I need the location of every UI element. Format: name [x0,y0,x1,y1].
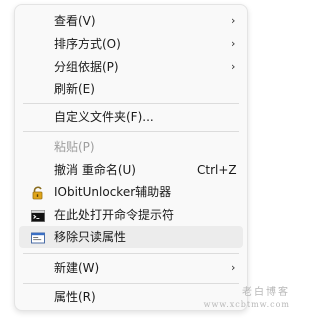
menu-item-group-by[interactable]: 分组依据(P) › [19,56,243,78]
chevron-right-icon: › [231,60,236,73]
watermark-title: 老白博客 [242,287,290,298]
command-prompt-icon [31,208,45,222]
menu-item-iobit-unlocker[interactable]: IObitUnlocker辅助器 [19,181,243,203]
lock-icon [31,185,45,200]
context-menu: 查看(V) › 排序方式(O) › 分组依据(P) › 刷新(E) 自定义文件夹… [14,4,248,311]
menu-item-label: 属性(R) [54,290,96,304]
menu-item-undo-rename[interactable]: 撤消 重命名(U) Ctrl+Z [19,159,243,181]
menu-item-view[interactable]: 查看(V) › [19,10,243,32]
menu-separator [23,103,239,104]
menu-item-label: 撤消 重命名(U) [54,163,136,177]
watermark-url: www.xcbtmw.com [203,300,290,309]
menu-item-shortcut: Ctrl+Z [197,163,237,177]
menu-item-label: 粘贴(P) [54,140,95,154]
menu-item-remove-readonly[interactable]: 移除只读属性 [19,226,243,248]
menu-separator [23,131,239,132]
watermark: 老白博客 www.xcbtmw.com [204,283,290,309]
menu-item-label: 自定义文件夹(F)... [54,110,154,124]
menu-item-label: 新建(W) [54,261,100,275]
menu-item-label: IObitUnlocker辅助器 [54,185,172,199]
chevron-right-icon: › [231,261,236,274]
menu-item-label: 排序方式(O) [54,37,121,51]
menu-item-sort-by[interactable]: 排序方式(O) › [19,33,243,55]
menu-item-label: 移除只读属性 [54,230,127,244]
menu-item-refresh[interactable]: 刷新(E) [19,78,243,100]
chevron-right-icon: › [231,14,236,27]
chevron-right-icon: › [231,37,236,50]
menu-separator [23,253,239,254]
menu-item-label: 查看(V) [54,14,96,28]
menu-item-new[interactable]: 新建(W) › [19,257,243,279]
window-icon [31,230,45,244]
menu-item-open-command-prompt[interactable]: 在此处打开命令提示符 [19,204,243,226]
menu-item-customize-folder[interactable]: 自定义文件夹(F)... [19,106,243,128]
menu-item-paste: 粘贴(P) [19,136,243,158]
menu-item-label: 在此处打开命令提示符 [54,208,175,222]
menu-item-label: 刷新(E) [54,82,95,96]
screen: 查看(V) › 排序方式(O) › 分组依据(P) › 刷新(E) 自定义文件夹… [0,0,298,319]
menu-item-label: 分组依据(P) [54,60,119,74]
